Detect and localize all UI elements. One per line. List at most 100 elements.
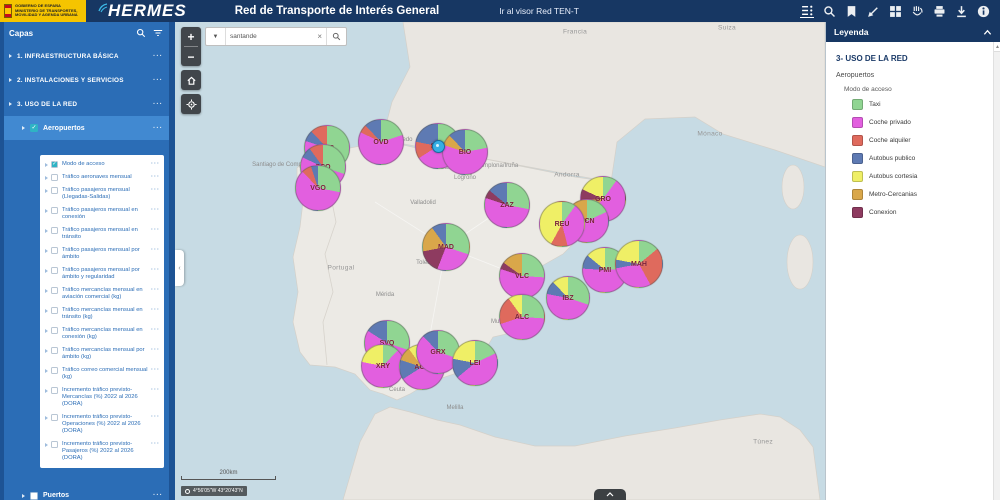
print-icon[interactable] — [932, 4, 946, 18]
expander-icon[interactable] — [45, 309, 48, 313]
expander-icon[interactable] — [45, 369, 48, 373]
sublayer-options-icon[interactable]: ··· — [151, 207, 160, 213]
sublayer-checkbox[interactable] — [51, 347, 58, 354]
group-options-icon[interactable]: ··· — [153, 101, 163, 108]
sublayer-checkbox[interactable] — [51, 287, 58, 294]
search-result-marker[interactable] — [432, 140, 445, 153]
sidebar-group-2[interactable]: 2. INSTALACIONES Y SERVICIOS··· — [0, 68, 175, 92]
sublayer-checkbox[interactable] — [51, 207, 58, 214]
basemap-gallery-icon[interactable] — [888, 4, 902, 18]
sublayer-item-4[interactable]: Tráfico pasajeros mensual en conexión··· — [40, 204, 164, 224]
sublayer-options-icon[interactable]: ··· — [151, 367, 160, 373]
sublayer-options-icon[interactable]: ··· — [151, 287, 160, 293]
sublayer-item-8[interactable]: Tráfico mercancías mensual en aviación c… — [40, 284, 164, 304]
search-source-dropdown[interactable]: ▼ — [206, 28, 226, 45]
sublayer-item-1[interactable]: ✓Modo de acceso··· — [40, 158, 164, 171]
sublayer-checkbox[interactable]: ✓ — [51, 161, 58, 168]
map-canvas[interactable]: FranciaSuizaMónacoAndorraPortugalTúnezOv… — [175, 22, 825, 500]
sublayer-options-icon[interactable]: ··· — [151, 227, 160, 233]
expander-icon[interactable] — [45, 163, 48, 167]
layers-filter-icon[interactable] — [153, 28, 163, 38]
airport-pie-alc[interactable]: ALC — [499, 294, 545, 340]
airport-pie-mah[interactable]: MAH — [615, 240, 663, 288]
sidebar-group-1[interactable]: 1. INFRAESTRUCTURA BÁSICA··· — [0, 44, 175, 68]
airport-pie-zaz[interactable]: ZAZ — [484, 182, 530, 228]
download-icon[interactable] — [954, 4, 968, 18]
expander-icon[interactable] — [9, 54, 12, 58]
sublayer-item-6[interactable]: Tráfico pasajeros mensual por ámbito··· — [40, 244, 164, 264]
sublayer-options-icon[interactable]: ··· — [151, 414, 160, 420]
sublayer-item-11[interactable]: Tráfico mercancías mensual por ámbito (k… — [40, 344, 164, 364]
expander-icon[interactable] — [45, 176, 48, 180]
sublayer-checkbox[interactable] — [51, 174, 58, 181]
sublayer-item-13[interactable]: Incremento tráfico previsto- Mercancías … — [40, 384, 164, 411]
sublayer-checkbox[interactable] — [51, 187, 58, 194]
expander-icon[interactable] — [45, 189, 48, 193]
sublayer-checkbox[interactable] — [51, 267, 58, 274]
expander-icon[interactable] — [45, 443, 48, 447]
sublayer-checkbox[interactable] — [51, 387, 58, 394]
sublayer-checkbox[interactable] — [51, 327, 58, 334]
scroll-up-icon[interactable]: ▲ — [994, 42, 1000, 52]
sublayer-checkbox[interactable] — [51, 307, 58, 314]
expander-icon[interactable] — [45, 389, 48, 393]
sublayer-item-10[interactable]: Tráfico mercancías mensual en conexión (… — [40, 324, 164, 344]
expander-icon[interactable] — [45, 269, 48, 273]
home-button[interactable] — [181, 70, 201, 90]
sublayer-checkbox[interactable] — [51, 227, 58, 234]
legend-collapse-icon[interactable] — [983, 28, 992, 37]
info-icon[interactable] — [976, 4, 990, 18]
sidebar-collapse-tab[interactable]: ‹ — [175, 250, 184, 286]
legend-scrollbar[interactable]: ▲ — [993, 42, 1000, 500]
sublayer-options-icon[interactable]: ··· — [151, 247, 160, 253]
expander-icon[interactable] — [9, 78, 12, 82]
measure-icon[interactable] — [866, 4, 880, 18]
sublayer-item-5[interactable]: Tráfico pasajeros mensual en tránsito··· — [40, 224, 164, 244]
airport-pie-lei[interactable]: LEI — [452, 340, 498, 386]
expander-icon[interactable] — [22, 126, 25, 130]
layer-options-icon[interactable]: ··· — [153, 125, 163, 132]
sublayer-item-2[interactable]: Tráfico aeronaves mensual··· — [40, 171, 164, 184]
sublayer-options-icon[interactable]: ··· — [151, 267, 160, 273]
layer-list-icon[interactable] — [800, 4, 814, 18]
layer-options-icon[interactable]: ··· — [153, 492, 163, 499]
layer-puertos[interactable]: Puertos··· — [0, 486, 175, 500]
zoom-out-button[interactable]: − — [181, 47, 201, 66]
airport-pie-bio[interactable]: BIO — [442, 129, 488, 175]
layer-checkbox[interactable] — [30, 492, 38, 500]
airport-pie-vlc[interactable]: VLC — [499, 253, 545, 299]
search-clear-icon[interactable]: × — [313, 32, 326, 41]
search-input[interactable] — [226, 33, 313, 40]
airport-pie-vgo[interactable]: VGO — [295, 165, 341, 211]
expander-icon[interactable] — [45, 289, 48, 293]
gestures-icon[interactable] — [910, 4, 924, 18]
sublayer-checkbox[interactable] — [51, 414, 58, 421]
sublayer-options-icon[interactable]: ··· — [151, 347, 160, 353]
expander-icon[interactable] — [45, 329, 48, 333]
sublayer-checkbox[interactable] — [51, 247, 58, 254]
group-options-icon[interactable]: ··· — [153, 77, 163, 84]
sublayer-options-icon[interactable]: ··· — [151, 327, 160, 333]
sublayer-item-15[interactable]: Incremento tráfico previsto- Pasajeros (… — [40, 438, 164, 465]
expander-icon[interactable] — [45, 229, 48, 233]
sublayer-options-icon[interactable]: ··· — [151, 187, 160, 193]
expander-icon[interactable] — [45, 416, 48, 420]
expander-icon[interactable] — [45, 209, 48, 213]
gobierno-logo[interactable]: GOBIERNO DE ESPAÑA MINISTERIO DE TRANSPO… — [0, 0, 86, 22]
zoom-in-button[interactable]: + — [181, 27, 201, 46]
sublayer-options-icon[interactable]: ··· — [151, 161, 160, 167]
sublayer-checkbox[interactable] — [51, 441, 58, 448]
layer-aeropuertos[interactable]: ✓ Aeropuertos ··· — [0, 116, 175, 140]
sublayer-item-7[interactable]: Tráfico pasajeros mensual por ámbito y r… — [40, 264, 164, 284]
expander-icon[interactable] — [45, 349, 48, 353]
sublayer-checkbox[interactable] — [51, 367, 58, 374]
sidebar-group-3[interactable]: 3. USO DE LA RED··· — [0, 92, 175, 116]
expander-icon[interactable] — [9, 102, 12, 106]
sublayer-options-icon[interactable]: ··· — [151, 307, 160, 313]
ten-t-viewer-link[interactable]: Ir al visor Red TEN-T — [499, 6, 579, 16]
group-options-icon[interactable]: ··· — [153, 53, 163, 60]
sublayer-item-9[interactable]: Tráfico mercancías mensual en tránsito (… — [40, 304, 164, 324]
expander-icon[interactable] — [45, 249, 48, 253]
sublayer-options-icon[interactable]: ··· — [151, 174, 160, 180]
layers-search-icon[interactable] — [136, 28, 146, 38]
